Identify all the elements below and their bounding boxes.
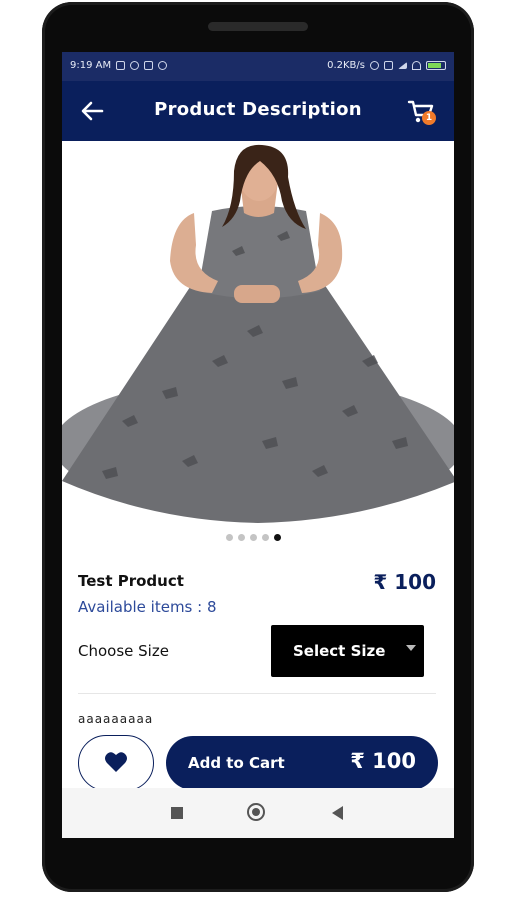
- wifi-icon: [412, 61, 421, 70]
- carousel-dot[interactable]: [250, 534, 257, 541]
- app-notification-icon-2: [158, 61, 168, 70]
- app-bar: Product Description 1: [62, 81, 454, 141]
- alarm-icon: [370, 61, 379, 70]
- carousel-dot-active[interactable]: [274, 534, 281, 541]
- cart-count-badge: 1: [422, 111, 436, 125]
- page-title: Product Description: [154, 99, 362, 120]
- app-notification-icon: [130, 61, 140, 70]
- status-right: 0.2KB/s: [327, 60, 446, 71]
- carousel-dot[interactable]: [262, 534, 269, 541]
- carousel-dot[interactable]: [226, 534, 233, 541]
- system-back-button[interactable]: [332, 806, 343, 820]
- sim-icon: [384, 61, 393, 70]
- favorite-button[interactable]: [78, 735, 154, 791]
- divider: [78, 693, 436, 694]
- product-name: Test Product: [78, 572, 184, 590]
- heart-icon: [105, 752, 127, 772]
- app-screen: 9:19 AM 0.2KB/s Product Description 1 Te…: [62, 52, 454, 838]
- status-bar: 9:19 AM 0.2KB/s: [62, 52, 454, 81]
- network-speed: 0.2KB/s: [327, 60, 365, 71]
- phone-speaker: [208, 22, 308, 31]
- dress-illustration: [62, 144, 454, 523]
- product-description: aaaaaaaaa: [78, 712, 154, 726]
- battery-icon: [426, 61, 446, 70]
- chevron-down-icon: [406, 645, 416, 651]
- home-button[interactable]: [247, 803, 265, 821]
- recent-apps-button[interactable]: [171, 807, 183, 819]
- system-nav-bar: [62, 788, 454, 838]
- product-image[interactable]: [62, 141, 454, 525]
- choose-size-label: Choose Size: [78, 642, 169, 660]
- phone-frame: 9:19 AM 0.2KB/s Product Description 1 Te…: [42, 2, 474, 892]
- instagram-icon: [144, 61, 154, 70]
- message-icon: [116, 61, 126, 70]
- add-to-cart-label: Add to Cart: [188, 754, 285, 772]
- product-price: ₹ 100: [373, 570, 436, 594]
- size-dropdown-value: Select Size: [293, 642, 386, 660]
- available-items: Available items : 8: [78, 598, 217, 616]
- status-left: 9:19 AM: [70, 60, 168, 71]
- status-time: 9:19 AM: [70, 60, 112, 71]
- add-to-cart-amount: ₹ 100: [350, 749, 416, 773]
- add-to-cart-button[interactable]: Add to Cart ₹ 100: [166, 736, 438, 790]
- carousel-dot[interactable]: [238, 534, 245, 541]
- size-dropdown[interactable]: Select Size: [271, 625, 424, 677]
- image-carousel-indicator: [226, 534, 281, 541]
- signal-icon: [398, 62, 407, 69]
